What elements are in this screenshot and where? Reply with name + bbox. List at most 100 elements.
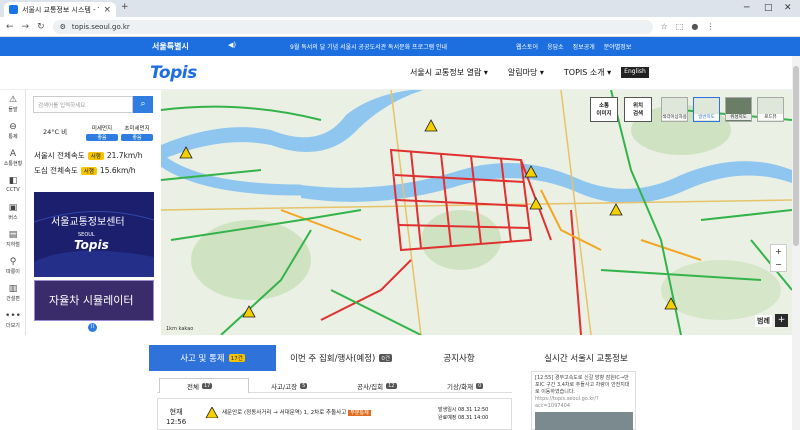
sidebar-item-bus[interactable]: ▣ 버스 [0, 203, 26, 221]
camera-icon: ◧ [8, 176, 18, 186]
tab-incidents[interactable]: 사고 및 통제 17건 [149, 345, 276, 371]
subtab-weather[interactable]: 기상/화재 0 [447, 381, 484, 391]
tab-events[interactable]: 이번 주 집회/행사(예정) 0건 [276, 345, 406, 371]
status-badge: 부분통제 [348, 410, 371, 416]
map-type-general[interactable]: 일반지도 [693, 97, 720, 122]
scrollbar-thumb[interactable] [793, 66, 799, 246]
map-type-satellite[interactable]: 위성지도 [725, 97, 752, 122]
close-window-icon[interactable]: ✕ [784, 3, 792, 13]
reload-icon[interactable]: ↻ [37, 22, 45, 32]
english-button[interactable]: English [621, 67, 649, 78]
bookmark-star-icon[interactable]: ☆ [661, 22, 668, 31]
site-header: Topis 서울시 교통정보 열람 ▾ 알림마당 ▾ TOPIS 소개 ▾ En… [0, 56, 800, 90]
tab-notices[interactable]: 공지사항 [409, 345, 509, 371]
city-speed: 서울시 전체속도 서행 21.7km/h [34, 151, 143, 160]
map-canvas [161, 90, 792, 335]
pm10-badge: 좋음 [86, 134, 118, 141]
subtab-accident[interactable]: 사고/고장 5 [271, 381, 308, 391]
incident-list-item[interactable]: 현재 12:56 새문안로 (정동사거리 → 서대문역) 1, 2차로 추돌사고 부… [157, 398, 512, 430]
menu-icon[interactable]: ⋮ [706, 22, 714, 31]
pause-icon[interactable]: II [88, 323, 97, 332]
nav-about[interactable]: TOPIS 소개 ▾ [564, 67, 611, 78]
legend-expand-button[interactable]: + [775, 314, 788, 327]
subtab-construction[interactable]: 공사/집회 12 [357, 381, 397, 391]
browser-tab[interactable]: 서울시 교통정보 시스템 - TOP × [4, 2, 116, 17]
zoom-out-button[interactable]: − [771, 258, 786, 271]
main-nav: 서울시 교통정보 열람 ▾ 알림마당 ▾ TOPIS 소개 ▾ English [410, 67, 649, 78]
promo-logo: Topis [74, 238, 109, 252]
profile-icon[interactable]: ● [691, 22, 698, 31]
subtab-all[interactable]: 전체 17 [187, 381, 213, 391]
traffic-map[interactable]: 소통 이미지 위치 검색 색각이상자용 일반지도 위성지도 로드뷰 + − 범례… [161, 90, 792, 335]
pm25: 초미세먼지 좋음 [121, 124, 153, 141]
more-icon: ••• [5, 311, 21, 321]
promo-banner-center[interactable]: 서울교통정보센터 SEOUL Topis [34, 192, 154, 277]
sidebar-item-incident[interactable]: ⚠ 돌발 [0, 95, 26, 113]
sidebar-item-construction[interactable]: ▥ 건설편 [0, 284, 26, 302]
incident-text: 새문안로 (정동사거리 → 서대문역) 1, 2차로 추돌사고 부분통제 [222, 410, 371, 416]
top-link[interactable]: 웹스토어 [516, 42, 538, 51]
maximize-icon[interactable]: □ [764, 3, 773, 13]
forward-icon[interactable]: → [22, 22, 30, 32]
nav-notice[interactable]: 알림마당 ▾ [508, 67, 544, 78]
notice-text[interactable]: 9월 독서의 달 기념 서울시 공공도서관 독서문화 프로그램 안내 [290, 42, 447, 51]
road-icon: A [9, 149, 17, 159]
sidebar-item-subway[interactable]: ▤ 지하철 [0, 230, 26, 248]
weather: 24°C 비 [43, 128, 68, 136]
site-info-icon[interactable]: ⚙ [60, 23, 66, 31]
zoom-control: + − [770, 244, 787, 272]
close-tab-icon[interactable]: × [103, 5, 111, 15]
live-traffic-box: [12:55] 경부고속도로 신갈 방향 잠원IC→반포IC 구간 3,4차로 … [531, 371, 636, 430]
no-entry-icon: ⊖ [9, 122, 17, 132]
sidebar-item-control[interactable]: ⊖ 통제 [0, 122, 26, 140]
live-traffic-link[interactable]: https://topis.seoul.go.kr/?acc=1097404 [535, 396, 632, 410]
location-search-button[interactable]: 위치 검색 [624, 97, 652, 122]
tab-title: 서울시 교통정보 시스템 - TOP [22, 5, 99, 14]
search-button[interactable]: ⌕ [133, 96, 153, 113]
extensions-icon[interactable]: ⬚ [676, 22, 684, 31]
url-text: topis.seoul.go.kr [71, 22, 130, 31]
topis-logo[interactable]: Topis [150, 63, 197, 83]
url-field[interactable]: ⚙ topis.seoul.go.kr [52, 19, 653, 34]
nav-traffic-info[interactable]: 서울시 교통정보 열람 ▾ [410, 67, 488, 78]
top-link[interactable]: 응답소 [547, 42, 564, 51]
top-notice-bar: 서울특별시 ◀) 9월 독서의 달 기념 서울시 공공도서관 독서문화 프로그램… [0, 37, 800, 56]
incident-times: 발생일시 08.31 12:50 완료예정 08.31 14:00 [438, 407, 489, 421]
top-link[interactable]: 정보공개 [573, 42, 595, 51]
count-badge: 0건 [379, 354, 392, 362]
warning-icon [206, 407, 218, 418]
back-icon[interactable]: ← [6, 22, 14, 32]
sidebar-item-cctv[interactable]: ◧ CCTV [0, 176, 26, 193]
sidebar-item-more[interactable]: ••• 더보기 [0, 311, 26, 329]
building-icon: ▥ [8, 284, 18, 294]
sidebar-item-traffic[interactable]: A 소통현황 [0, 149, 26, 167]
page-scrollbar[interactable] [792, 56, 800, 430]
tab-live-traffic[interactable]: 실시간 서울시 교통정보 [521, 345, 651, 371]
browser-tab-bar: 서울시 교통정보 시스템 - TOP × + ─ □ ✕ [0, 0, 800, 17]
promo-title: 서울교통정보센터 [51, 217, 125, 228]
map-type-roadview[interactable]: 로드뷰 [757, 97, 784, 122]
map-type-colorblind[interactable]: 색각이상자용 [661, 97, 688, 122]
search-input[interactable]: 검색어를 입력하세요 [33, 96, 133, 113]
search-icon: ⌕ [140, 99, 146, 109]
live-traffic-text: [12:55] 경부고속도로 신갈 방향 잠원IC→반포IC 구간 3,4차로 … [535, 375, 630, 395]
count-badge: 17건 [228, 354, 245, 362]
map-scale: 1km kakao [166, 326, 194, 332]
new-tab-icon[interactable]: + [121, 2, 129, 12]
zoom-in-button[interactable]: + [771, 245, 786, 258]
traffic-image-button[interactable]: 소통 이미지 [590, 97, 618, 122]
topis-favicon-icon [9, 5, 18, 14]
live-traffic-thumbnail[interactable] [535, 412, 633, 430]
top-link[interactable]: 분야별정보 [604, 42, 632, 51]
status-badge: 서행 [87, 151, 104, 160]
bike-icon: ⚲ [9, 257, 17, 267]
sidebar-item-bike[interactable]: ⚲ 따릉이 [0, 257, 26, 275]
seoul-logo[interactable]: 서울특별시 [152, 41, 189, 52]
minimize-icon[interactable]: ─ [744, 3, 749, 13]
bus-icon: ▣ [8, 203, 18, 213]
legend-label[interactable]: 범례 [755, 315, 772, 327]
speaker-icon: ◀) [228, 41, 237, 49]
incident-now: 현재 12:56 [166, 408, 187, 426]
incident-filter-tabs: 전체 17 사고/고장 5 공사/집회 12 기상/화재 0 [157, 378, 512, 393]
promo-banner-simulator[interactable]: 자율차 시뮬레이터 [34, 280, 154, 321]
